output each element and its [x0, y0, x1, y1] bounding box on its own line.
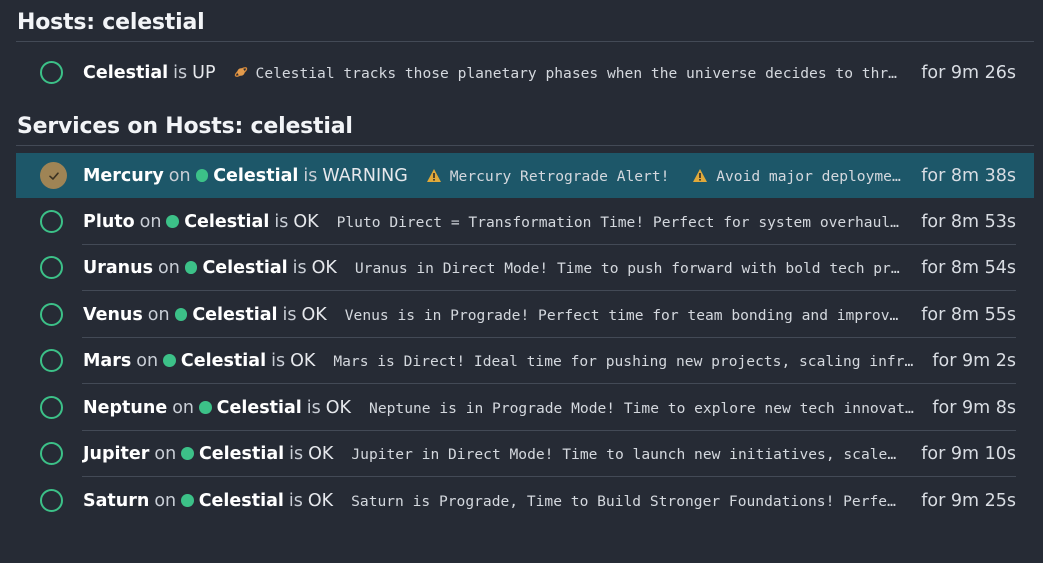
service-state: OK [293, 211, 319, 232]
warning-triangle-icon [693, 168, 708, 182]
on-word: on [136, 350, 159, 371]
service-duration: for 8m 38s [921, 165, 1016, 186]
is-word: is [303, 165, 318, 186]
service-duration: for 8m 53s [921, 211, 1016, 232]
service-output: Neptune is in Prograde Mode! Time to exp… [369, 399, 915, 417]
service-host-name[interactable]: Celestial [181, 351, 266, 371]
is-word: is [282, 304, 297, 325]
hosts-section-divider [16, 41, 1034, 42]
checkmark-icon [48, 171, 59, 180]
service-row-pluto[interactable]: Pluto on Celestial is OK Pluto Direct = … [16, 199, 1034, 245]
host-status-dot [181, 446, 194, 460]
is-word: is [306, 397, 321, 418]
services-section-divider [16, 145, 1034, 146]
service-name[interactable]: Saturn [83, 491, 149, 511]
service-row-mercury[interactable]: Mercury on Celestial is WARNING Mercury … [16, 153, 1034, 198]
host-status-dot [163, 353, 176, 367]
service-row-uranus[interactable]: Uranus on Celestial is OK Uranus in Dire… [16, 245, 1034, 291]
host-output-text: Celestial tracks those planetary phases … [255, 64, 897, 82]
is-word: is [289, 443, 304, 464]
service-name[interactable]: Venus [83, 305, 143, 325]
host-name[interactable]: Celestial [83, 63, 168, 83]
services-section-title: Services on Hosts: celestial [17, 114, 353, 139]
service-row-venus[interactable]: Venus on Celestial is OK Venus is in Pro… [16, 292, 1034, 338]
service-duration: for 9m 25s [921, 490, 1016, 511]
service-duration: for 8m 55s [921, 304, 1016, 325]
service-output-part-1: Mercury Retrograde Alert! [449, 167, 670, 185]
on-word: on [154, 490, 177, 511]
service-duration: for 8m 54s [921, 257, 1016, 278]
service-state: OK [311, 257, 337, 278]
host-output: Celestial tracks those planetary phases … [234, 64, 904, 82]
service-name[interactable]: Jupiter [83, 444, 149, 464]
on-word: on [147, 304, 170, 325]
service-state: OK [307, 490, 334, 511]
host-status-dot [199, 400, 212, 414]
host-state: UP [192, 62, 216, 83]
service-state: OK [301, 304, 327, 325]
state-ok-ring-icon [40, 256, 63, 279]
service-host-name[interactable]: Celestial [217, 398, 302, 418]
service-output: Mercury Retrograde Alert! Avoid major de… [426, 166, 903, 185]
host-duration: for 9m 26s [921, 62, 1016, 83]
ringed-planet-icon [234, 66, 247, 77]
host-status-dot [174, 307, 188, 321]
service-state: OK [290, 350, 316, 371]
is-word: is [173, 62, 188, 83]
on-word: on [172, 397, 195, 418]
service-host-name[interactable]: Celestial [199, 491, 284, 511]
on-word: on [157, 257, 180, 278]
on-word: on [168, 165, 191, 186]
service-output: Jupiter in Direct Mode! Time to launch n… [351, 445, 904, 463]
service-output: Saturn is Prograde, Time to Build Strong… [351, 492, 904, 510]
service-name[interactable]: Mars [83, 351, 131, 371]
state-ok-ring-icon [40, 210, 63, 233]
service-output: Mars is Direct! Ideal time for pushing n… [333, 352, 915, 370]
state-ok-ring-icon [40, 61, 63, 84]
host-status-dot [166, 214, 180, 228]
service-output: Venus is in Prograde! Perfect time for t… [344, 306, 904, 324]
state-ok-ring-icon [40, 303, 63, 326]
service-row-saturn[interactable]: Saturn on Celestial is OK Saturn is Prog… [16, 478, 1034, 523]
state-ok-ring-icon [40, 349, 63, 372]
host-status-dot [195, 168, 209, 182]
service-name[interactable]: Uranus [83, 258, 153, 278]
service-host-name[interactable]: Celestial [192, 305, 277, 325]
state-ok-ring-icon [40, 396, 63, 419]
service-duration: for 9m 10s [921, 443, 1016, 464]
service-name[interactable]: Pluto [83, 212, 135, 232]
service-host-name[interactable]: Celestial [184, 212, 269, 232]
service-host-name[interactable]: Celestial [199, 444, 284, 464]
service-duration: for 9m 8s [932, 397, 1016, 418]
on-word: on [139, 211, 162, 232]
service-row-mars[interactable]: Mars on Celestial is OK Mars is Direct! … [16, 338, 1034, 384]
service-host-name[interactable]: Celestial [202, 258, 287, 278]
is-word: is [288, 490, 303, 511]
service-state: OK [308, 443, 334, 464]
state-ok-ring-icon [40, 442, 63, 465]
on-word: on [154, 443, 177, 464]
service-host-name[interactable]: Celestial [213, 166, 298, 186]
is-word: is [271, 350, 286, 371]
state-ok-ring-icon [40, 489, 63, 512]
service-state: OK [325, 397, 352, 418]
service-output: Uranus in Direct Mode! Time to push forw… [354, 259, 904, 277]
host-status-dot [181, 493, 194, 507]
service-row-neptune[interactable]: Neptune on Celestial is OK Neptune is in… [16, 385, 1034, 431]
state-warning-check-icon [40, 162, 67, 189]
warning-triangle-icon [426, 168, 441, 182]
is-word: is [274, 211, 289, 232]
is-word: is [292, 257, 307, 278]
service-output: Pluto Direct = Transformation Time! Perf… [336, 213, 904, 231]
host-row[interactable]: Celestial is UP Celestial tracks those p… [16, 50, 1034, 95]
service-state: WARNING [322, 165, 408, 186]
service-output-part-2: Avoid major deployment… [716, 167, 904, 185]
host-status-dot [184, 260, 198, 274]
hosts-section-title: Hosts: celestial [17, 10, 205, 35]
service-name[interactable]: Neptune [83, 398, 167, 418]
service-row-jupiter[interactable]: Jupiter on Celestial is OK Jupiter in Di… [16, 431, 1034, 477]
service-duration: for 9m 2s [932, 350, 1016, 371]
service-name[interactable]: Mercury [83, 166, 164, 186]
